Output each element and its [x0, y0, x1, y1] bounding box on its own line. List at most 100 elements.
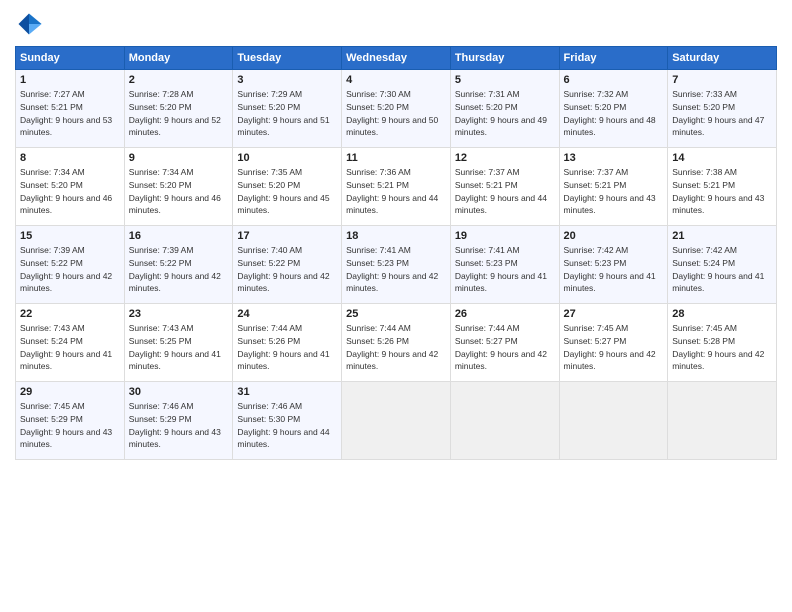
sunset: Sunset: 5:30 PM [237, 414, 300, 424]
day-info: Sunrise: 7:46 AM Sunset: 5:30 PM Dayligh… [237, 400, 337, 451]
cell-week1-day5: 5 Sunrise: 7:31 AM Sunset: 5:20 PM Dayli… [450, 70, 559, 148]
cell-week3-day4: 18 Sunrise: 7:41 AM Sunset: 5:23 PM Dayl… [342, 226, 451, 304]
daylight: Daylight: 9 hours and 44 minutes. [455, 193, 547, 216]
daylight: Daylight: 9 hours and 42 minutes. [237, 271, 329, 294]
sunset: Sunset: 5:23 PM [346, 258, 409, 268]
cell-week2-day3: 10 Sunrise: 7:35 AM Sunset: 5:20 PM Dayl… [233, 148, 342, 226]
header [15, 10, 777, 38]
cell-week3-day3: 17 Sunrise: 7:40 AM Sunset: 5:22 PM Dayl… [233, 226, 342, 304]
calendar-table: SundayMondayTuesdayWednesdayThursdayFrid… [15, 46, 777, 460]
day-number: 15 [20, 230, 120, 242]
day-number: 21 [672, 230, 772, 242]
day-number: 6 [564, 74, 664, 86]
sunrise: Sunrise: 7:39 AM [20, 245, 85, 255]
day-number: 17 [237, 230, 337, 242]
day-number: 8 [20, 152, 120, 164]
sunrise: Sunrise: 7:27 AM [20, 89, 85, 99]
sunset: Sunset: 5:27 PM [455, 336, 518, 346]
day-info: Sunrise: 7:44 AM Sunset: 5:26 PM Dayligh… [237, 322, 337, 373]
sunrise: Sunrise: 7:41 AM [346, 245, 411, 255]
header-day-thursday: Thursday [450, 47, 559, 70]
sunset: Sunset: 5:20 PM [455, 102, 518, 112]
cell-week3-day5: 19 Sunrise: 7:41 AM Sunset: 5:23 PM Dayl… [450, 226, 559, 304]
daylight: Daylight: 9 hours and 43 minutes. [129, 427, 221, 450]
sunrise: Sunrise: 7:34 AM [20, 167, 85, 177]
sunrise: Sunrise: 7:40 AM [237, 245, 302, 255]
day-number: 19 [455, 230, 555, 242]
day-number: 11 [346, 152, 446, 164]
daylight: Daylight: 9 hours and 41 minutes. [672, 271, 764, 294]
day-number: 27 [564, 308, 664, 320]
day-info: Sunrise: 7:43 AM Sunset: 5:25 PM Dayligh… [129, 322, 229, 373]
sunrise: Sunrise: 7:46 AM [129, 401, 194, 411]
header-day-sunday: Sunday [16, 47, 125, 70]
day-number: 10 [237, 152, 337, 164]
day-info: Sunrise: 7:45 AM Sunset: 5:28 PM Dayligh… [672, 322, 772, 373]
daylight: Daylight: 9 hours and 41 minutes. [455, 271, 547, 294]
day-info: Sunrise: 7:42 AM Sunset: 5:23 PM Dayligh… [564, 244, 664, 295]
cell-week3-day7: 21 Sunrise: 7:42 AM Sunset: 5:24 PM Dayl… [668, 226, 777, 304]
sunrise: Sunrise: 7:45 AM [672, 323, 737, 333]
sunset: Sunset: 5:24 PM [672, 258, 735, 268]
day-number: 24 [237, 308, 337, 320]
logo-icon [15, 10, 43, 38]
sunset: Sunset: 5:21 PM [564, 180, 627, 190]
header-day-saturday: Saturday [668, 47, 777, 70]
day-info: Sunrise: 7:28 AM Sunset: 5:20 PM Dayligh… [129, 88, 229, 139]
daylight: Daylight: 9 hours and 46 minutes. [20, 193, 112, 216]
day-info: Sunrise: 7:27 AM Sunset: 5:21 PM Dayligh… [20, 88, 120, 139]
day-number: 31 [237, 386, 337, 398]
day-number: 30 [129, 386, 229, 398]
daylight: Daylight: 9 hours and 44 minutes. [237, 427, 329, 450]
day-info: Sunrise: 7:37 AM Sunset: 5:21 PM Dayligh… [455, 166, 555, 217]
day-number: 1 [20, 74, 120, 86]
daylight: Daylight: 9 hours and 41 minutes. [564, 271, 656, 294]
sunset: Sunset: 5:26 PM [346, 336, 409, 346]
day-number: 13 [564, 152, 664, 164]
day-info: Sunrise: 7:41 AM Sunset: 5:23 PM Dayligh… [455, 244, 555, 295]
day-number: 14 [672, 152, 772, 164]
sunrise: Sunrise: 7:39 AM [129, 245, 194, 255]
daylight: Daylight: 9 hours and 42 minutes. [346, 349, 438, 372]
cell-week1-day4: 4 Sunrise: 7:30 AM Sunset: 5:20 PM Dayli… [342, 70, 451, 148]
day-info: Sunrise: 7:40 AM Sunset: 5:22 PM Dayligh… [237, 244, 337, 295]
day-info: Sunrise: 7:44 AM Sunset: 5:27 PM Dayligh… [455, 322, 555, 373]
cell-week5-day6 [559, 382, 668, 460]
sunset: Sunset: 5:29 PM [129, 414, 192, 424]
header-day-wednesday: Wednesday [342, 47, 451, 70]
sunrise: Sunrise: 7:30 AM [346, 89, 411, 99]
day-number: 25 [346, 308, 446, 320]
daylight: Daylight: 9 hours and 43 minutes. [20, 427, 112, 450]
sunrise: Sunrise: 7:36 AM [346, 167, 411, 177]
daylight: Daylight: 9 hours and 42 minutes. [346, 271, 438, 294]
cell-week1-day2: 2 Sunrise: 7:28 AM Sunset: 5:20 PM Dayli… [124, 70, 233, 148]
cell-week4-day6: 27 Sunrise: 7:45 AM Sunset: 5:27 PM Dayl… [559, 304, 668, 382]
day-info: Sunrise: 7:41 AM Sunset: 5:23 PM Dayligh… [346, 244, 446, 295]
sunset: Sunset: 5:20 PM [20, 180, 83, 190]
daylight: Daylight: 9 hours and 43 minutes. [672, 193, 764, 216]
daylight: Daylight: 9 hours and 42 minutes. [20, 271, 112, 294]
day-number: 22 [20, 308, 120, 320]
sunset: Sunset: 5:21 PM [672, 180, 735, 190]
sunset: Sunset: 5:26 PM [237, 336, 300, 346]
cell-week5-day1: 29 Sunrise: 7:45 AM Sunset: 5:29 PM Dayl… [16, 382, 125, 460]
day-number: 23 [129, 308, 229, 320]
sunset: Sunset: 5:20 PM [672, 102, 735, 112]
cell-week2-day2: 9 Sunrise: 7:34 AM Sunset: 5:20 PM Dayli… [124, 148, 233, 226]
sunrise: Sunrise: 7:44 AM [455, 323, 520, 333]
cell-week5-day4 [342, 382, 451, 460]
sunrise: Sunrise: 7:37 AM [564, 167, 629, 177]
day-number: 28 [672, 308, 772, 320]
day-info: Sunrise: 7:43 AM Sunset: 5:24 PM Dayligh… [20, 322, 120, 373]
sunrise: Sunrise: 7:28 AM [129, 89, 194, 99]
cell-week2-day7: 14 Sunrise: 7:38 AM Sunset: 5:21 PM Dayl… [668, 148, 777, 226]
sunrise: Sunrise: 7:45 AM [564, 323, 629, 333]
daylight: Daylight: 9 hours and 41 minutes. [237, 349, 329, 372]
day-info: Sunrise: 7:30 AM Sunset: 5:20 PM Dayligh… [346, 88, 446, 139]
daylight: Daylight: 9 hours and 49 minutes. [455, 115, 547, 138]
sunrise: Sunrise: 7:44 AM [346, 323, 411, 333]
cell-week4-day5: 26 Sunrise: 7:44 AM Sunset: 5:27 PM Dayl… [450, 304, 559, 382]
sunset: Sunset: 5:23 PM [455, 258, 518, 268]
sunset: Sunset: 5:20 PM [564, 102, 627, 112]
cell-week2-day1: 8 Sunrise: 7:34 AM Sunset: 5:20 PM Dayli… [16, 148, 125, 226]
